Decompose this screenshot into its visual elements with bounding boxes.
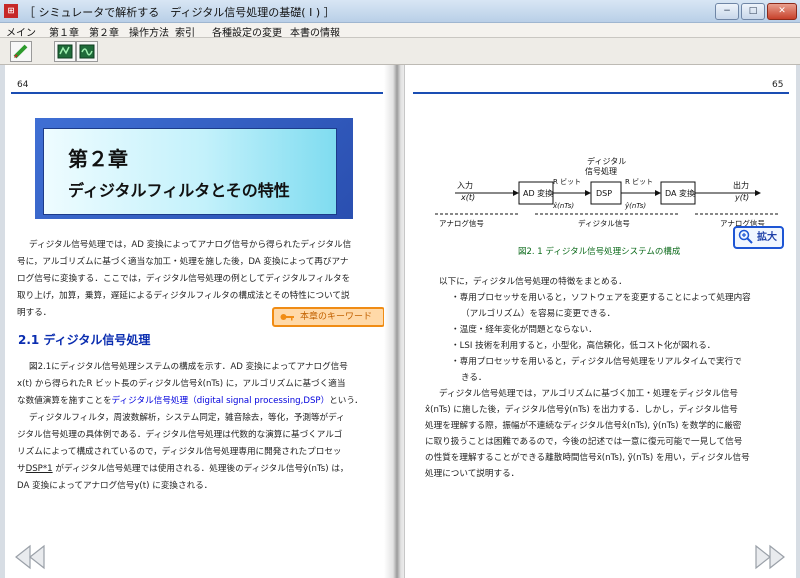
chapter-keywords-label: 本章のキーワード [300,312,373,322]
body-line-7-text: サ [17,464,26,474]
diagram-xhat: x̂(nTs) [552,202,574,210]
right-body-line-7: きる． [461,373,487,383]
next-page-button[interactable] [752,544,788,570]
window-title: ［ シミュレータで解析する ディジタル信号処理の基礎( I ) ］ [24,6,335,19]
body-line-6: リズムによって構成されているので，ディジタル信号処理専用に開発されたプロセッ [17,447,342,457]
body-line-8: DA 変換によってアナログ信号y(t) に変換される． [17,481,213,491]
page-number-right: 65 [772,80,784,90]
monitor-icon [79,44,95,59]
app-logo-icon[interactable]: ⊞ [4,4,18,18]
diagram-dsp-box: DSP [596,189,612,198]
menu-operation[interactable]: 操作方法 [129,24,169,39]
diagram-yhat: ŷ(nTs) [624,202,646,210]
diagram-output-label: 出力 [733,180,749,190]
chapter-title: ディジタルフィルタとその特性 [68,181,290,200]
double-right-arrow-icon [755,544,785,570]
menu-settings[interactable]: 各種設定の変更 [212,24,282,39]
page-number-left: 64 [17,80,29,90]
zoom-button[interactable]: 拡大 [733,226,784,249]
diagram-bits-1: R ビット [553,177,581,186]
right-body-line-6: ・専用プロセッサを用いると，ディジタル信号処理をリアルタイムで実行で [451,357,742,367]
chapter-banner: 第２章 ディジタルフィルタとその特性 [35,118,353,219]
right-body-line-3: （アルゴリズム）を容易に変更できる． [461,309,616,319]
prev-page-button[interactable] [12,544,48,570]
diagram-digital: ディジタル信号 [578,218,630,228]
diagram-ad-box: AD 変換 [523,188,553,198]
pencil-icon [13,44,28,59]
dsp-footnote-link[interactable]: DSP*1 [26,464,53,474]
right-body-line-10: 処理を理解する際，振幅が不連続なディジタル信号x̂(nTs), ŷ(nTs) を… [425,421,742,431]
body-line-3-end: という． [329,396,363,406]
menu-main[interactable]: メイン [6,24,36,39]
intro-line-1: ディジタル信号処理では，AD 変換によってアナログ信号から得られたディジタル信 [29,240,352,250]
right-body-line-1: 以下に，ディジタル信号処理の特徴をまとめる． [439,277,627,287]
maximize-button[interactable]: □ [741,3,765,20]
right-body-line-12: の性質を理解することができる離散時間信号x̃(nTs), ỹ(nTs) を用い，… [425,453,750,463]
body-line-4: ディジタルフィルタ，周波数解析，システム同定，雑音除去，等化，予測等がディ [29,413,345,423]
dsp-system-diagram: ディジタル 信号処理 入力 x(t) AD 変換 R ビット x̂(nTs) D… [435,156,780,228]
body-line-5: ジタル信号処理の具体例である．ディジタル信号処理は代数的な演算に基づくアルゴ [17,430,343,440]
body-line-3: な数値演算を施すことをディジタル信号処理（digital signal proc… [17,393,363,410]
intro-line-2: 号に，アルゴリズムに基づく適当な加工・処理を施した後，DA 変換によって再びアナ [17,257,349,267]
right-body-line-8: ディジタル信号処理では，アルゴリズムに基づく加工・処理をディジタル信号 [439,389,738,399]
intro-line-3: ログ信号に変換する．ここでは，ディジタル信号処理の例としてディジタルフィルタを [17,274,351,284]
chip-icon [57,44,73,59]
diagram-dsp-label-1: ディジタル [587,156,626,166]
header-rule-right [413,92,789,94]
menu-about[interactable]: 本書の情報 [290,24,340,39]
zoom-label: 拡大 [757,232,777,243]
body-line-7-end: がディジタル信号処理では使用される．処理後のディジタル信号ŷ(nTs) は， [52,464,349,474]
intro-line-4: 取り上げ，加算，乗算，遅延によるディジタルフィルタの構成法とその特性について説 [17,291,350,301]
menu-chapter1[interactable]: 第１章 [49,24,79,39]
right-body-line-2: ・専用プロセッサを用いると，ソフトウェアを変更することによって処理内容 [451,293,751,303]
menu-bar: メイン 第１章 第２章 操作方法 索引 各種設定の変更 本書の情報 [0,23,800,39]
menu-index[interactable]: 索引 [175,24,195,39]
magnifier-plus-icon [738,229,753,244]
monitor-button[interactable] [76,41,98,62]
dsp-term-link[interactable]: ディジタル信号処理（digital signal processing,DSP） [112,396,330,406]
toolbar [0,38,800,65]
diagram-dsp-label-2: 信号処理 [585,166,617,176]
section-title: 2.1 ディジタル信号処理 [18,333,151,347]
left-page: 64 第２章 ディジタルフィルタとその特性 ディジタル信号処理では，AD 変換に… [5,65,395,578]
double-left-arrow-icon [15,544,45,570]
right-body-line-5: ・LSI 技術を利用すると，小型化，高信頼化，低コスト化が図れる． [451,341,716,351]
minimize-button[interactable]: − [715,3,739,20]
close-button[interactable]: ✕ [767,3,797,20]
right-body-line-13: 処理について説明する． [425,469,520,479]
chapter-banner-inner: 第２章 ディジタルフィルタとその特性 [43,128,337,215]
right-body-line-9: x̂(nTs) に施した後，ディジタル信号ŷ(nTs) を出力する．しかし，ディ… [425,405,738,415]
body-line-1: 図2.1にディジタル信号処理システムの構成を示す．AD 変換によってアナログ信号 [29,362,348,372]
header-rule [11,92,383,94]
diagram-input-label: 入力 [457,180,473,190]
chapter-number: 第２章 [68,147,128,171]
body-line-2: x(t) から得られたR ビット長のディジタル信号x̂(nTs) に，アルゴリズ… [17,379,346,389]
right-body-line-4: ・温度・経年変化が問題とならない． [451,325,597,335]
chip-button[interactable] [54,41,76,62]
right-page: 65 ディジタル 信号処理 入力 x(t) AD 変換 R ビット x̂(nTs… [404,65,796,578]
pencil-button[interactable] [10,41,32,62]
body-line-7: サDSP*1 がディジタル信号処理では使用される．処理後のディジタル信号ŷ(nT… [17,461,349,478]
diagram-da-box: DA 変換 [665,188,695,198]
diagram-input-signal: x(t) [460,193,475,202]
book-view: 64 第２章 ディジタルフィルタとその特性 ディジタル信号処理では，AD 変換に… [0,65,800,578]
diagram-bits-2: R ビット [625,177,653,186]
body-line-3-text: な数値演算を施すことを [17,396,112,406]
diagram-output-signal: y(t) [734,193,749,202]
menu-chapter2[interactable]: 第２章 [89,24,119,39]
figure-caption: 図2. 1 ディジタル信号処理システムの構成 [518,247,681,257]
intro-line-5: 明する． [17,308,52,318]
title-bar: ⊞ ［ シミュレータで解析する ディジタル信号処理の基礎( I ) ］ − □ … [0,0,800,23]
key-icon [280,314,294,321]
right-body-line-11: に取り扱うことは困難であるので，今後の記述では一意に復元可能で一見して信号 [425,437,743,447]
chapter-keywords-button[interactable]: 本章のキーワード [272,307,385,327]
diagram-analog-left: アナログ信号 [439,218,484,228]
